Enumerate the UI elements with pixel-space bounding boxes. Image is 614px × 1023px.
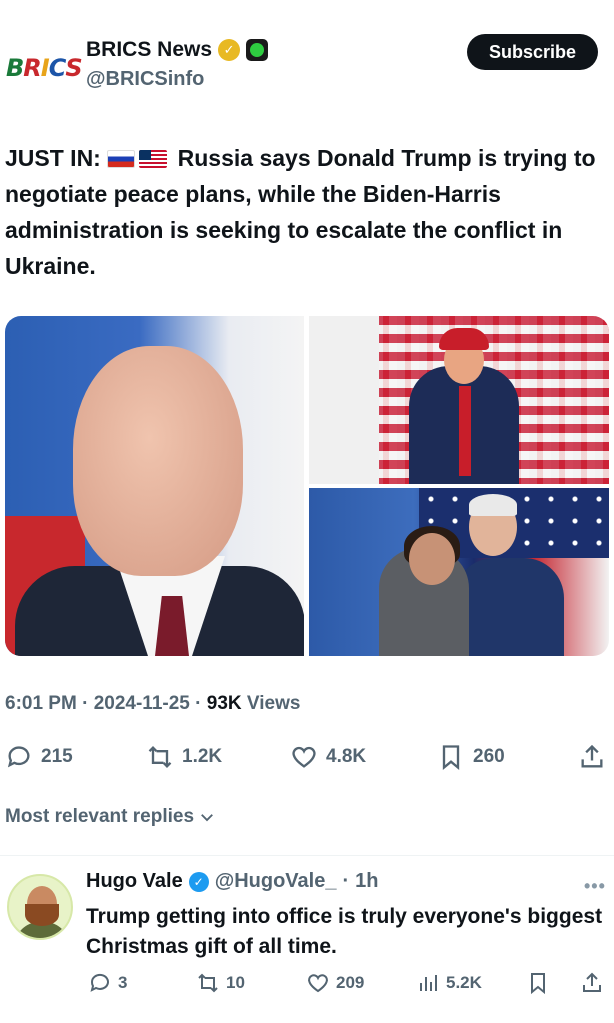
repost-icon [148,746,172,768]
reply-avatar[interactable] [7,874,73,940]
bookmark-button[interactable]: 260 [437,740,505,774]
reply-item[interactable]: Hugo Vale ✓ @HugoVale_ · 1h ••• Trump ge… [0,860,614,1020]
post-actions: 215 1.2K 4.8K 260 [0,740,614,774]
reply-like-count: 209 [336,973,365,992]
post-text-prefix: JUST IN: [5,145,101,171]
repost-count: 1.2K [182,746,223,767]
divider [0,855,614,856]
author-handle[interactable]: @BRICSinfo [86,68,268,91]
verified-blue-icon: ✓ [188,871,209,892]
chevron-down-icon [201,814,213,822]
subscribe-button[interactable]: Subscribe [467,34,598,70]
reply-icon [7,746,30,768]
usa-flag-icon [139,150,168,168]
russia-flag-icon [107,150,136,168]
post-date[interactable]: 2024-11-25 [94,693,190,714]
reply-time[interactable]: 1h [355,870,378,893]
reply-reply-button[interactable]: 3 [88,968,127,998]
post-time[interactable]: 6:01 PM [5,693,77,714]
reply-icon [90,973,109,992]
reply-bookmark-button[interactable] [526,968,550,998]
brics-logo[interactable]: BRICS [6,48,83,88]
bookmark-icon [442,745,460,770]
author-block[interactable]: BRICS News ✓ @BRICSinfo [86,38,269,91]
like-icon [308,974,328,993]
post-text: JUST IN: Russia says Donald Trump is try… [5,140,605,284]
like-icon [292,746,316,768]
media-image-putin[interactable] [5,316,304,656]
media-image-trump[interactable] [309,316,609,484]
bookmark-icon [531,973,545,995]
author-name[interactable]: BRICS News [86,38,212,62]
post-meta: 6:01 PM · 2024-11-25 · 93K Views [5,693,301,714]
reply-button[interactable]: 215 [5,740,73,774]
reply-text: Trump getting into office is truly every… [86,905,603,958]
reply-header: Hugo Vale ✓ @HugoVale_ · 1h [86,870,379,893]
reply-actions: 3 10 209 5.2K [0,968,614,998]
like-count: 4.8K [326,746,367,767]
reply-author-handle[interactable]: @HugoVale_ [215,870,337,893]
like-button[interactable]: 4.8K [290,740,366,774]
reply-repost-button[interactable]: 10 [196,968,245,998]
author-name-row: BRICS News ✓ [86,38,269,62]
share-button[interactable] [578,740,606,774]
reply-sort-label: Most relevant replies [5,806,195,827]
reply-repost-count: 10 [226,973,245,992]
verified-gold-icon: ✓ [218,39,241,61]
reply-like-button[interactable]: 209 [306,968,364,998]
repost-button[interactable]: 1.2K [146,740,222,774]
share-icon [581,744,603,768]
views-count: 93K [206,693,242,714]
bookmark-count: 260 [473,746,505,767]
reply-sort-dropdown[interactable]: Most relevant replies [5,806,216,828]
more-icon[interactable]: ••• [584,876,606,897]
reply-reply-count: 3 [118,973,128,992]
views-icon [420,975,437,991]
views-label: Views [246,693,301,714]
media-grid [5,316,609,656]
post-header: BRICS BRICS News ✓ @BRICSinfo Subscribe [0,0,614,110]
reply-views-count: 5.2K [446,973,482,992]
reply-count: 215 [41,746,73,767]
reply-views-button[interactable]: 5.2K [416,968,482,998]
repost-icon [198,973,218,993]
reply-author-name[interactable]: Hugo Vale [86,870,183,893]
share-icon [583,972,601,992]
affiliate-badge-icon [246,39,269,61]
reply-share-button[interactable] [580,968,604,998]
media-image-biden-harris[interactable] [309,488,609,656]
